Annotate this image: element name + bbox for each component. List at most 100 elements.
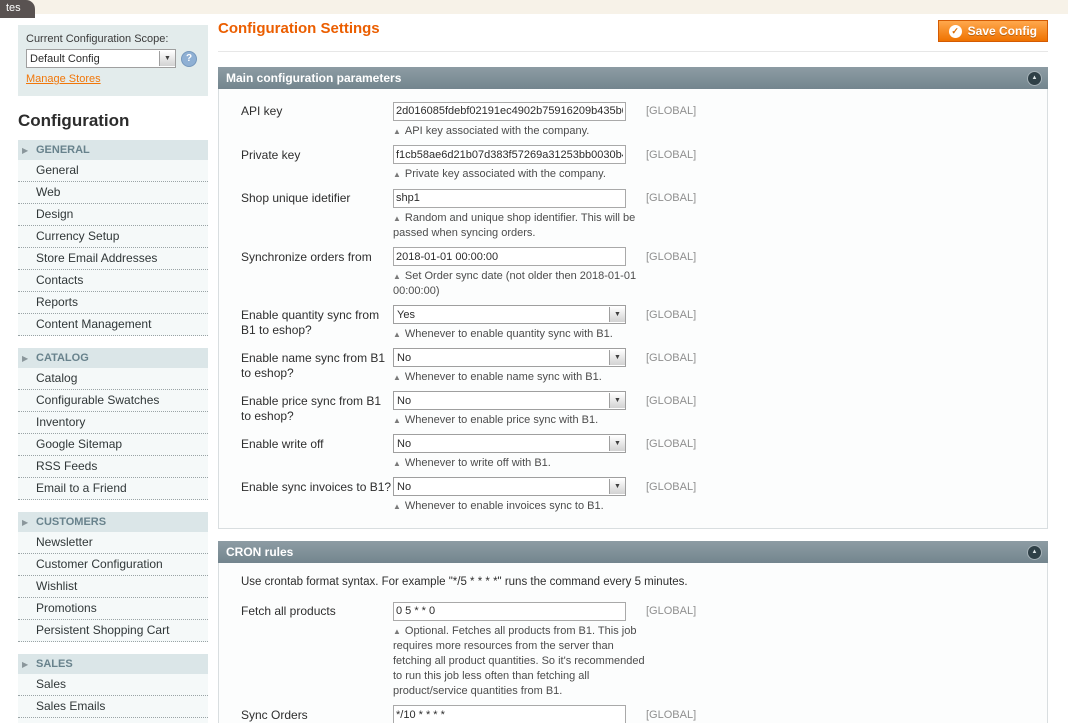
api-key-input[interactable]: [393, 102, 626, 121]
comment-marker-icon: ▲: [393, 627, 401, 636]
field-row-enable-sync-invoices: Enable sync invoices to B1? No ▼ ▲Whenev…: [219, 477, 1047, 514]
nav-header-customers[interactable]: ▶ CUSTOMERS: [18, 512, 208, 532]
chevron-down-icon[interactable]: ▼: [609, 307, 625, 322]
field-label: Enable price sync from B1 to eshop?: [219, 391, 393, 428]
enable-quantity-sync-select[interactable]: Yes ▼: [393, 305, 626, 324]
shop-identifier-input[interactable]: [393, 189, 626, 208]
manage-stores-link[interactable]: Manage Stores: [26, 73, 101, 85]
field-label: Sync Orders: [219, 705, 393, 723]
field-comment: ▲Whenever to enable price sync with B1.: [393, 413, 645, 428]
sidebar-item-currency-setup[interactable]: Currency Setup: [18, 226, 208, 248]
sidebar-item-rss-feeds[interactable]: RSS Feeds: [18, 456, 208, 478]
sidebar-item-inventory[interactable]: Inventory: [18, 412, 208, 434]
sidebar-item-email-to-a-friend[interactable]: Email to a Friend: [18, 478, 208, 500]
comment-marker-icon: ▲: [393, 272, 401, 281]
nav-section-catalog: ▶ CATALOG Catalog Configurable Swatches …: [18, 348, 208, 500]
section-header-main-parameters[interactable]: Main configuration parameters ▲: [218, 67, 1048, 89]
section-arrow-icon: ▶: [22, 660, 36, 669]
field-label: Enable write off: [219, 434, 393, 471]
field-label: Fetch all products: [219, 601, 393, 699]
sidebar-item-design[interactable]: Design: [18, 204, 208, 226]
field-row-shop-identifier: Shop unique idetifier ▲Random and unique…: [219, 188, 1047, 241]
field-row-enable-quantity-sync: Enable quantity sync from B1 to eshop? Y…: [219, 305, 1047, 342]
enable-sync-invoices-select[interactable]: No ▼: [393, 477, 626, 496]
nav-header-label: CUSTOMERS: [36, 516, 106, 528]
field-comment: ▲Set Order sync date (not older then 201…: [393, 269, 645, 299]
nav-header-label: CATALOG: [36, 352, 89, 364]
select-value: No: [394, 352, 609, 364]
chevron-down-icon[interactable]: ▼: [609, 350, 625, 365]
sidebar-item-sales[interactable]: Sales: [18, 674, 208, 696]
sidebar-item-pdf-print-outs[interactable]: PDF Print-outs: [18, 718, 208, 723]
sidebar-item-google-sitemap[interactable]: Google Sitemap: [18, 434, 208, 456]
scope-badge: [GLOBAL]: [646, 145, 696, 183]
scope-badge: [GLOBAL]: [646, 601, 696, 699]
chevron-down-icon[interactable]: ▼: [609, 393, 625, 408]
scope-badge: [GLOBAL]: [646, 247, 696, 300]
nav-header-general[interactable]: ▶ GENERAL: [18, 140, 208, 160]
nav-header-catalog[interactable]: ▶ CATALOG: [18, 348, 208, 368]
sidebar-item-configurable-swatches[interactable]: Configurable Swatches: [18, 390, 208, 412]
field-row-private-key: Private key ▲Private key associated with…: [219, 145, 1047, 183]
field-comment: ▲API key associated with the company.: [393, 124, 645, 139]
collapse-up-icon[interactable]: ▲: [1027, 545, 1042, 560]
field-comment: ▲Whenever to enable quantity sync with B…: [393, 327, 645, 342]
field-comment: ▲Whenever to enable name sync with B1.: [393, 370, 645, 385]
scope-badge: [GLOBAL]: [646, 434, 696, 471]
comment-marker-icon: ▲: [393, 373, 401, 382]
scope-badge: [GLOBAL]: [646, 305, 696, 342]
sidebar-item-customer-configuration[interactable]: Customer Configuration: [18, 554, 208, 576]
scope-badge: [GLOBAL]: [646, 188, 696, 241]
scope-select[interactable]: Default Config ▼: [26, 49, 176, 68]
scope-badge: [GLOBAL]: [646, 391, 696, 428]
sidebar-item-reports[interactable]: Reports: [18, 292, 208, 314]
scope-badge: [GLOBAL]: [646, 348, 696, 385]
save-config-button[interactable]: ✓ Save Config: [938, 20, 1048, 42]
enable-name-sync-select[interactable]: No ▼: [393, 348, 626, 367]
sidebar-item-sales-emails[interactable]: Sales Emails: [18, 696, 208, 718]
sidebar-item-catalog[interactable]: Catalog: [18, 368, 208, 390]
sidebar-item-newsletter[interactable]: Newsletter: [18, 532, 208, 554]
sync-orders-input[interactable]: [393, 705, 626, 723]
field-label: API key: [219, 101, 393, 139]
sidebar-item-store-email-addresses[interactable]: Store Email Addresses: [18, 248, 208, 270]
scope-label: Current Configuration Scope:: [26, 33, 200, 45]
sidebar-item-content-management[interactable]: Content Management: [18, 314, 208, 336]
field-row-enable-write-off: Enable write off No ▼ ▲Whenever to write…: [219, 434, 1047, 471]
enable-write-off-select[interactable]: No ▼: [393, 434, 626, 453]
chevron-down-icon[interactable]: ▼: [159, 51, 175, 66]
help-icon[interactable]: ?: [181, 51, 197, 67]
fetch-all-products-input[interactable]: [393, 602, 626, 621]
save-config-label: Save Config: [968, 24, 1037, 38]
sidebar-item-persistent-shopping-cart[interactable]: Persistent Shopping Cart: [18, 620, 208, 642]
sidebar-item-web[interactable]: Web: [18, 182, 208, 204]
enable-price-sync-select[interactable]: No ▼: [393, 391, 626, 410]
top-strip: [0, 0, 1068, 14]
fieldset-cron-rules: Use crontab format syntax. For example "…: [218, 563, 1048, 723]
sync-orders-from-input[interactable]: [393, 247, 626, 266]
section-arrow-icon: ▶: [22, 518, 36, 527]
comment-marker-icon: ▲: [393, 416, 401, 425]
comment-marker-icon: ▲: [393, 330, 401, 339]
field-label: Synchronize orders from: [219, 247, 393, 300]
private-key-input[interactable]: [393, 145, 626, 164]
sidebar-item-wishlist[interactable]: Wishlist: [18, 576, 208, 598]
select-value: Yes: [394, 309, 609, 321]
corner-tab[interactable]: tes: [0, 0, 35, 18]
scope-badge: [GLOBAL]: [646, 101, 696, 139]
field-label: Enable quantity sync from B1 to eshop?: [219, 305, 393, 342]
collapse-up-icon[interactable]: ▲: [1027, 71, 1042, 86]
select-value: No: [394, 438, 609, 450]
chevron-down-icon[interactable]: ▼: [609, 436, 625, 451]
nav-header-sales[interactable]: ▶ SALES: [18, 654, 208, 674]
nav-section-sales: ▶ SALES Sales Sales Emails PDF Print-out…: [18, 654, 208, 723]
section-title: Main configuration parameters: [226, 71, 401, 85]
comment-marker-icon: ▲: [393, 127, 401, 136]
sidebar-item-promotions[interactable]: Promotions: [18, 598, 208, 620]
sidebar-item-general[interactable]: General: [18, 160, 208, 182]
sidebar-item-contacts[interactable]: Contacts: [18, 270, 208, 292]
section-header-cron-rules[interactable]: CRON rules ▲: [218, 541, 1048, 563]
chevron-down-icon[interactable]: ▼: [609, 479, 625, 494]
field-comment: ▲Random and unique shop identifier. This…: [393, 211, 645, 241]
field-comment: ▲Whenever to enable invoices sync to B1.: [393, 499, 645, 514]
